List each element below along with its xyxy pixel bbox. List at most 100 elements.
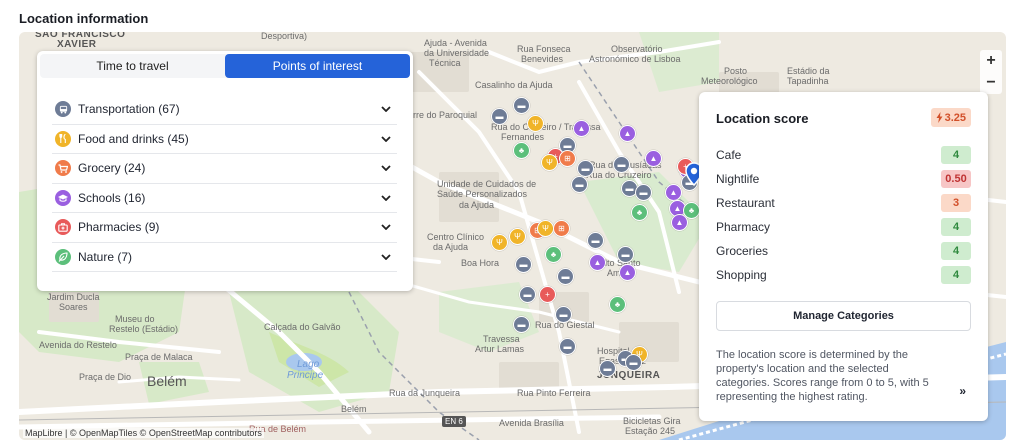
score-row-restaurant: Restaurant 3 bbox=[716, 191, 971, 215]
map-label: Lago bbox=[297, 359, 320, 370]
road-shield: EN 6 bbox=[442, 416, 466, 427]
map-label: Estádio da bbox=[787, 66, 830, 76]
score-value: 0.50 bbox=[941, 170, 971, 188]
map-label: Rua Pinto Ferreira bbox=[517, 388, 591, 398]
transportation-marker[interactable]: ▬ bbox=[625, 354, 642, 371]
score-label: Cafe bbox=[716, 148, 742, 162]
map-label: Praça de Dio bbox=[79, 372, 132, 382]
cart-icon bbox=[55, 160, 71, 177]
map-label: Travessa bbox=[483, 334, 520, 344]
map-label: Técnica bbox=[429, 58, 461, 68]
school-marker[interactable]: ▲ bbox=[619, 264, 636, 281]
transportation-marker[interactable]: ▬ bbox=[577, 160, 594, 177]
category-row-schools[interactable]: Schools (16) bbox=[52, 184, 397, 213]
bus-icon bbox=[55, 101, 71, 118]
map-label: da Ajuda bbox=[459, 200, 495, 210]
transportation-marker[interactable]: ▬ bbox=[617, 246, 634, 263]
school-marker[interactable]: ▲ bbox=[589, 254, 606, 271]
nature-marker[interactable]: ♣ bbox=[683, 202, 700, 219]
map-label: Saúde Personalizados bbox=[437, 189, 528, 199]
transportation-marker[interactable]: ▬ bbox=[635, 184, 652, 201]
score-label: Nightlife bbox=[716, 172, 760, 186]
category-label: Nature (7) bbox=[78, 249, 133, 264]
transportation-marker[interactable]: ▬ bbox=[555, 306, 572, 323]
overall-score-badge: 3.25 bbox=[930, 108, 971, 127]
score-value: 4 bbox=[941, 266, 971, 284]
map-label: Fernandes bbox=[501, 132, 545, 142]
category-row-nature[interactable]: Nature (7) bbox=[52, 243, 397, 272]
score-label: Groceries bbox=[716, 244, 769, 258]
map-label: Observatório bbox=[611, 44, 663, 54]
map-label: Avenida Brasília bbox=[499, 418, 564, 428]
map-label: Rua Fonseca bbox=[517, 44, 571, 54]
map-label: Benevides bbox=[521, 54, 564, 64]
transportation-marker[interactable]: ▬ bbox=[571, 176, 588, 193]
map-attribution[interactable]: MapLibre | © OpenMapTiles © OpenStreetMa… bbox=[23, 428, 264, 438]
grocery-marker[interactable]: ⊞ bbox=[559, 150, 576, 167]
map-label: Unidade de Cuidados de bbox=[437, 179, 537, 189]
map-label: Jardim Ducla bbox=[47, 292, 100, 302]
category-label: Schools (16) bbox=[78, 190, 146, 205]
medkit-icon bbox=[55, 219, 71, 236]
category-label: Transportation (67) bbox=[78, 102, 180, 117]
nature-marker[interactable]: ♣ bbox=[631, 204, 648, 221]
map-label: da Ajuda bbox=[433, 242, 469, 252]
grocery-marker[interactable]: ⊞ bbox=[553, 220, 570, 237]
category-row-food-and-drinks[interactable]: Food and drinks (45) bbox=[52, 125, 397, 154]
map-label: Restelo (Estádio) bbox=[109, 324, 179, 334]
nature-marker[interactable]: ♣ bbox=[545, 246, 562, 263]
school-marker[interactable]: ▲ bbox=[619, 125, 636, 142]
nature-marker[interactable]: ♣ bbox=[609, 296, 626, 313]
transportation-marker[interactable]: ▬ bbox=[557, 268, 574, 285]
tab-points-of-interest[interactable]: Points of interest bbox=[225, 54, 410, 78]
food-marker[interactable]: Ψ bbox=[527, 115, 544, 132]
food-marker[interactable]: Ψ bbox=[491, 234, 508, 251]
manage-categories-button[interactable]: Manage Categories bbox=[716, 301, 971, 331]
section-title: Location information bbox=[19, 11, 149, 26]
category-row-transportation[interactable]: Transportation (67) bbox=[52, 95, 397, 125]
zoom-in-button[interactable]: + bbox=[980, 50, 1002, 72]
score-row-shopping: Shopping 4 bbox=[716, 263, 971, 287]
map-label: Boa Hora bbox=[461, 258, 500, 268]
zoom-out-button[interactable]: − bbox=[980, 72, 1002, 94]
score-value: 4 bbox=[941, 146, 971, 164]
food-marker[interactable]: Ψ bbox=[509, 228, 526, 245]
transportation-marker[interactable]: ▬ bbox=[491, 108, 508, 125]
score-value: 4 bbox=[941, 242, 971, 260]
school-marker[interactable]: ▲ bbox=[665, 184, 682, 201]
transportation-marker[interactable]: ▬ bbox=[513, 97, 530, 114]
tab-time-to-travel[interactable]: Time to travel bbox=[40, 54, 225, 78]
category-list: Transportation (67) Food and drinks (45)… bbox=[52, 95, 397, 272]
location-score-panel: Location score 3.25 Cafe 4 Nightlife 0.5… bbox=[699, 92, 988, 421]
transportation-marker[interactable]: ▬ bbox=[559, 338, 576, 355]
map-label: Belém bbox=[341, 404, 367, 414]
map-label: Soares bbox=[59, 302, 88, 312]
score-list: Cafe 4 Nightlife 0.50 Restaurant 3 Pharm… bbox=[716, 143, 971, 287]
pharmacy-marker[interactable]: + bbox=[539, 286, 556, 303]
school-marker[interactable]: ▲ bbox=[645, 150, 662, 167]
chevron-down-icon bbox=[379, 250, 393, 264]
nature-marker[interactable]: ♣ bbox=[513, 142, 530, 159]
score-description: The location score is determined by the … bbox=[716, 349, 929, 403]
map-label: Centro Clínico bbox=[427, 232, 485, 242]
chevron-down-icon bbox=[379, 191, 393, 205]
transportation-marker[interactable]: ▬ bbox=[599, 360, 616, 377]
expand-panel-button[interactable]: » bbox=[959, 384, 966, 398]
overall-score-value: 3.25 bbox=[944, 111, 966, 124]
category-row-pharmacies[interactable]: Pharmacies (9) bbox=[52, 213, 397, 243]
transportation-marker[interactable]: ▬ bbox=[519, 286, 536, 303]
food-marker[interactable]: Ψ bbox=[541, 154, 558, 171]
map-label: Estação 245 bbox=[625, 426, 676, 436]
school-marker[interactable]: ▲ bbox=[573, 120, 590, 137]
map-label: da Universidade bbox=[424, 48, 490, 58]
food-marker[interactable]: Ψ bbox=[537, 220, 554, 237]
transportation-marker[interactable]: ▬ bbox=[513, 316, 530, 333]
transportation-marker[interactable]: ▬ bbox=[613, 156, 630, 173]
transportation-marker[interactable]: ▬ bbox=[515, 256, 532, 273]
map-label: Meteorológico bbox=[701, 76, 758, 86]
transportation-marker[interactable]: ▬ bbox=[587, 232, 604, 249]
chevron-down-icon bbox=[379, 132, 393, 146]
graduation-cap-icon bbox=[55, 189, 71, 206]
score-label: Restaurant bbox=[716, 196, 775, 210]
category-row-grocery[interactable]: Grocery (24) bbox=[52, 154, 397, 184]
